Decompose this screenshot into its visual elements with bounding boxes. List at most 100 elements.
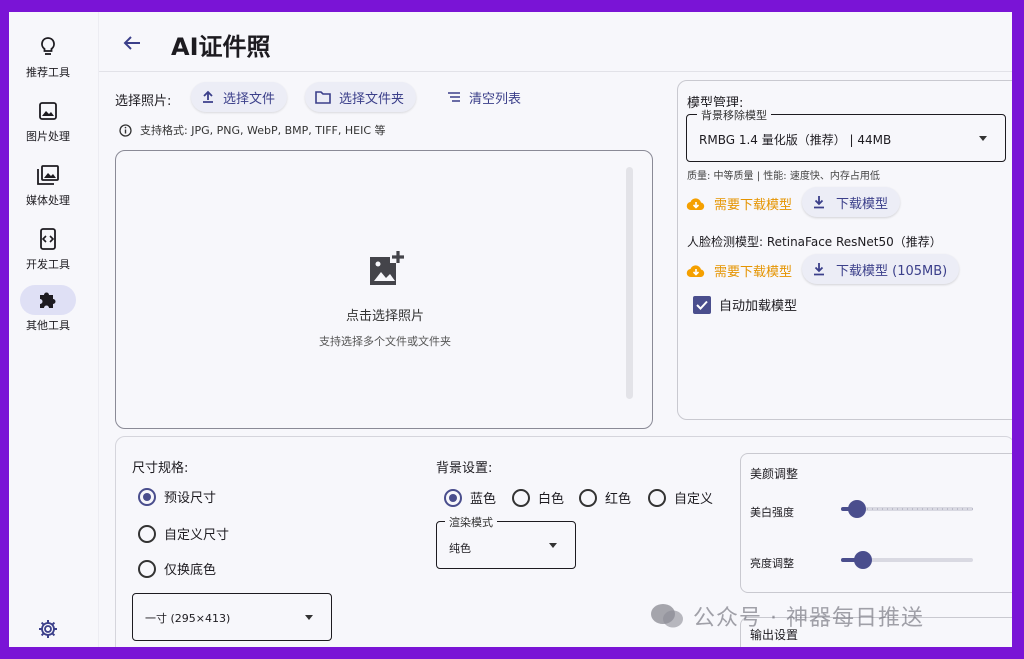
sidebar-item-label: 图片处理	[26, 130, 70, 143]
radio-label: 自定义	[674, 492, 714, 507]
face-model-label: 人脸检测模型: RetinaFace ResNet50（推荐）	[687, 235, 942, 249]
sidebar-item-image[interactable]: 图片处理	[9, 96, 87, 144]
background-title: 背景设置:	[436, 461, 493, 476]
clear-list-button[interactable]: 清空列表	[437, 82, 533, 112]
wechat-watermark: 公众号 · 神器每日推送	[649, 600, 924, 632]
sidebar-item-dev[interactable]: 开发工具	[9, 224, 87, 272]
checkbox-checked-icon	[693, 295, 711, 314]
select-file-button[interactable]: 选择文件	[191, 82, 288, 112]
sidebar-item-recommended[interactable]: 推荐工具	[9, 32, 87, 80]
radio-label: 预设尺寸	[164, 491, 217, 506]
radio-label: 蓝色	[470, 492, 497, 507]
need-download-status-2: 需要下载模型	[686, 261, 792, 280]
download-button-label: 下载模型	[836, 196, 889, 212]
radio-unselected-icon	[138, 559, 156, 578]
bg-model-label: 背景移除模型	[697, 107, 771, 123]
radio-label: 白色	[538, 492, 565, 507]
download-icon	[814, 263, 824, 276]
image-icon	[20, 96, 76, 126]
formats-hint-text: 支持格式: JPG, PNG, WebP, BMP, TIFF, HEIC 等	[140, 124, 386, 137]
app-window: 推荐工具 图片处理 媒体处理 开发工具 其他工具 AI证件照 选择照片: 选择文…	[9, 12, 1012, 647]
radio-unselected-icon	[648, 488, 666, 507]
formats-hint: 支持格式: JPG, PNG, WebP, BMP, TIFF, HEIC 等	[119, 122, 386, 138]
bg-model-meta: 质量: 中等质量 | 性能: 速度快、内存占用低	[687, 171, 880, 182]
need-download-status: 需要下载模型	[686, 194, 792, 213]
puzzle-icon	[20, 285, 76, 315]
upload-icon	[203, 90, 213, 103]
radio-label: 自定义尺寸	[164, 528, 230, 543]
wechat-logo-icon	[651, 604, 683, 628]
need-download-text: 需要下载模型	[714, 198, 793, 213]
radio-bg-custom[interactable]: 自定义	[648, 488, 713, 507]
select-folder-button[interactable]: 选择文件夹	[305, 82, 417, 112]
download-button-label: 下载模型 (105MB)	[836, 263, 948, 279]
radio-label: 红色	[605, 492, 632, 507]
download-face-model-button[interactable]: 下载模型 (105MB)	[802, 254, 960, 284]
folder-icon	[315, 91, 331, 104]
add-photo-icon	[366, 249, 406, 293]
sidebar-item-media[interactable]: 媒体处理	[9, 160, 87, 208]
dropzone-title: 点击选择照片	[345, 309, 424, 324]
slider-tick-marks	[865, 508, 973, 510]
cloud-download-icon	[686, 197, 705, 210]
radio-bg-only[interactable]: 仅换底色	[138, 559, 216, 578]
radio-selected-icon	[444, 488, 462, 507]
slider-thumb[interactable]	[848, 500, 866, 518]
size-spec-title: 尺寸规格:	[132, 461, 189, 476]
select-photo-label: 选择照片:	[115, 94, 172, 109]
sidebar-item-label: 开发工具	[26, 258, 70, 271]
radio-preset-size[interactable]: 预设尺寸	[138, 487, 216, 506]
caret-down-icon	[305, 615, 313, 620]
sidebar-item-label: 媒体处理	[26, 194, 70, 207]
code-icon	[20, 224, 76, 254]
brightness-label: 亮度调整	[750, 557, 794, 570]
download-icon	[814, 196, 824, 209]
radio-unselected-icon	[579, 488, 597, 507]
auto-load-label: 自动加载模型	[719, 299, 798, 314]
select-file-label: 选择文件	[223, 91, 276, 107]
render-mode-label: 渲染模式	[445, 514, 497, 530]
header: AI证件照	[99, 12, 1012, 72]
beauty-title: 美颜调整	[750, 467, 799, 481]
info-icon	[119, 123, 132, 137]
auto-load-checkbox[interactable]: 自动加载模型	[693, 295, 797, 314]
need-download-text: 需要下载模型	[714, 265, 793, 280]
photo-library-icon	[20, 160, 76, 190]
slider-thumb[interactable]	[854, 551, 872, 569]
bg-model-select[interactable]: 背景移除模型 RMBG 1.4 量化版（推荐） | 44MB	[686, 107, 1006, 162]
caret-down-icon	[979, 136, 987, 141]
render-mode-select[interactable]: 渲染模式 纯色	[436, 514, 576, 569]
brightness-slider[interactable]	[841, 551, 973, 569]
radio-unselected-icon	[512, 488, 530, 507]
beauty-panel: 美颜调整 美白强度 亮度调整	[740, 453, 1012, 593]
caret-down-icon	[549, 543, 557, 548]
watermark-text: 公众号 · 神器每日推送	[693, 606, 924, 631]
sidebar-item-label: 其他工具	[26, 319, 70, 332]
radio-bg-blue[interactable]: 蓝色	[444, 488, 496, 507]
dropzone-scrollbar[interactable]	[626, 167, 633, 399]
whitening-slider[interactable]	[841, 500, 973, 518]
radio-selected-icon	[138, 487, 156, 506]
radio-bg-red[interactable]: 红色	[579, 488, 631, 507]
radio-custom-size[interactable]: 自定义尺寸	[138, 524, 229, 543]
lightbulb-icon	[20, 32, 76, 62]
arrow-left-icon[interactable]	[121, 32, 143, 54]
cloud-download-icon	[686, 264, 705, 277]
download-bg-model-button[interactable]: 下载模型	[802, 187, 901, 217]
dropzone-subtitle: 支持选择多个文件或文件夹	[319, 335, 451, 348]
sidebar-item-other[interactable]: 其他工具	[9, 285, 87, 333]
bg-model-value: RMBG 1.4 量化版（推荐） | 44MB	[699, 133, 892, 147]
preset-size-select[interactable]: 一寸 (295×413)	[132, 593, 332, 641]
model-management-panel: 模型管理: 背景移除模型 RMBG 1.4 量化版（推荐） | 44MB 质量:…	[677, 80, 1012, 420]
gear-icon[interactable]	[37, 618, 59, 640]
sidebar-item-label: 推荐工具	[26, 66, 70, 79]
photo-dropzone[interactable]: 点击选择照片 支持选择多个文件或文件夹	[115, 150, 653, 429]
clear-all-icon	[448, 92, 460, 102]
preset-size-value: 一寸 (295×413)	[145, 612, 231, 625]
page-title: AI证件照	[171, 33, 271, 61]
radio-label: 仅换底色	[164, 563, 217, 578]
radio-bg-white[interactable]: 白色	[512, 488, 564, 507]
select-folder-label: 选择文件夹	[339, 91, 405, 107]
render-mode-value: 纯色	[449, 542, 471, 555]
sidebar: 推荐工具 图片处理 媒体处理 开发工具 其他工具	[9, 12, 99, 647]
